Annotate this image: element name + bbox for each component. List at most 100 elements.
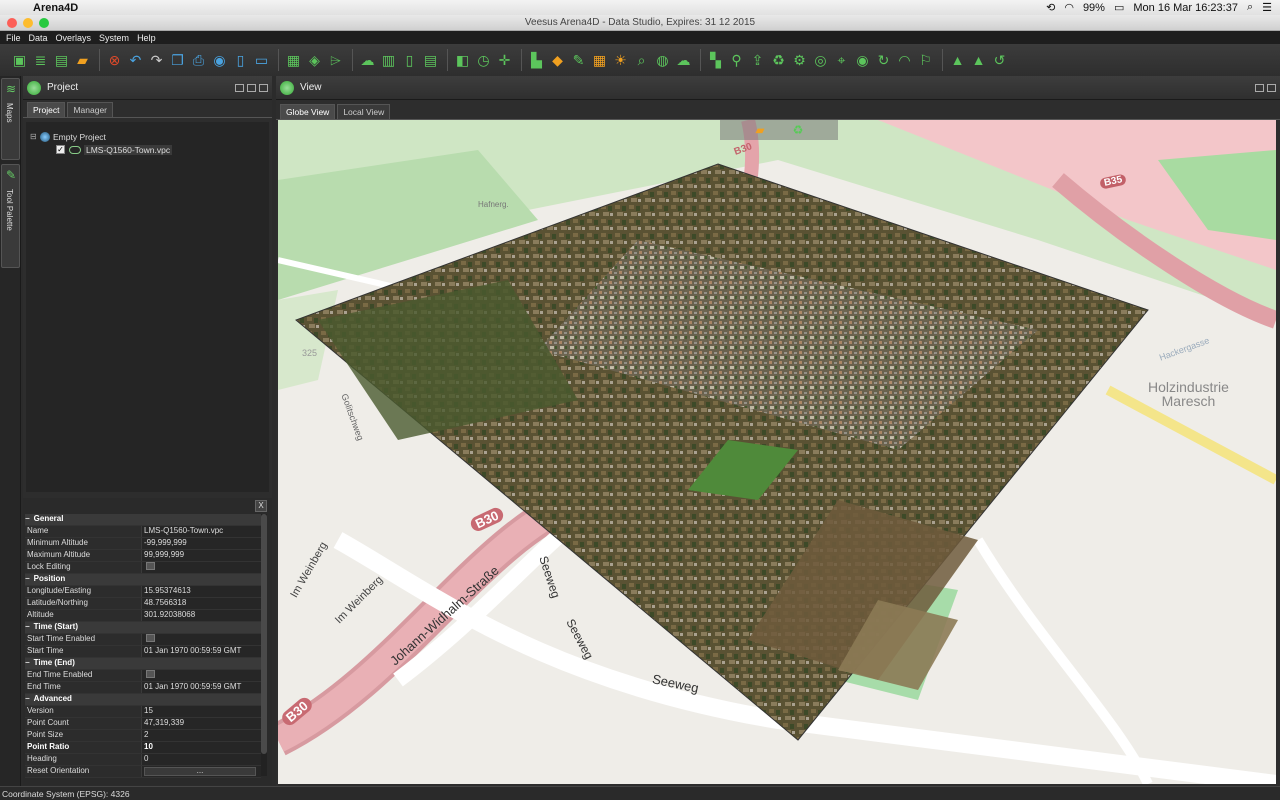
refresh-icon[interactable]: ↺: [990, 49, 1009, 71]
zoom-window-button[interactable]: [39, 18, 49, 28]
import-icon[interactable]: ▦: [284, 49, 303, 71]
tree-item-pointcloud[interactable]: ✓ LMS-Q1560-Town.vpc: [26, 143, 269, 156]
database-icon[interactable]: ≣: [31, 49, 50, 71]
property-row[interactable]: Lock Editing: [25, 562, 261, 574]
property-row[interactable]: Altitude 301.92038068: [25, 610, 261, 622]
menu-system[interactable]: System: [99, 33, 129, 43]
open-folder-icon[interactable]: ▰: [73, 49, 92, 71]
property-value[interactable]: [142, 634, 261, 645]
property-value[interactable]: -99,999,999: [142, 538, 261, 549]
tag-icon[interactable]: ⌲: [326, 49, 345, 71]
paint-bucket-icon[interactable]: ◆: [548, 49, 567, 71]
brush-icon[interactable]: ✎: [569, 49, 588, 71]
export-image-icon[interactable]: ▭: [252, 49, 271, 71]
tab-globe-view[interactable]: Globe View: [280, 104, 336, 119]
property-row[interactable]: Point Ratio 10: [25, 742, 261, 754]
property-value[interactable]: 48.7566318: [142, 598, 261, 609]
property-value[interactable]: 15.95374613: [142, 586, 261, 597]
home-view-icon[interactable]: ▰: [752, 122, 768, 138]
property-section-header[interactable]: − Time (Start): [25, 622, 261, 634]
property-row[interactable]: Reset Orientation...: [25, 766, 261, 778]
property-row[interactable]: Maximum Altitude 99,999,999: [25, 550, 261, 562]
minimize-panel-button[interactable]: [235, 83, 244, 92]
upload-icon[interactable]: ⇪: [748, 49, 767, 71]
property-value[interactable]: 0: [142, 754, 261, 765]
eye-icon[interactable]: ◉: [853, 49, 872, 71]
clock[interactable]: Mon 16 Mar 16:23:37: [1133, 2, 1238, 14]
property-section-header[interactable]: − General: [25, 514, 261, 526]
copy-icon[interactable]: ❐: [168, 49, 187, 71]
crosshair-icon[interactable]: ✛: [495, 49, 514, 71]
save-db-icon[interactable]: ▤: [52, 49, 71, 71]
clock-icon[interactable]: ◷: [474, 49, 493, 71]
property-value[interactable]: 10: [142, 742, 261, 753]
location-icon[interactable]: ⌖: [832, 49, 851, 71]
property-value[interactable]: [142, 670, 261, 681]
properties-scrollbar[interactable]: [261, 514, 267, 776]
property-checkbox[interactable]: [146, 670, 155, 678]
globe-3d-view[interactable]: B30 B35 B30 B30 Holzindustrie Maresch Ha…: [278, 120, 1276, 784]
close-window-button[interactable]: [7, 18, 17, 28]
float-view-button[interactable]: [1255, 83, 1264, 92]
property-value[interactable]: 2: [142, 730, 261, 741]
undo-icon[interactable]: ↶: [126, 49, 145, 71]
rotate-icon[interactable]: ↻: [874, 49, 893, 71]
magnify-icon[interactable]: ⌕: [632, 49, 651, 71]
property-value[interactable]: ...: [142, 766, 261, 777]
property-section-header[interactable]: − Time (End): [25, 658, 261, 670]
walk-icon[interactable]: ⚐: [916, 49, 935, 71]
property-section-header[interactable]: − Position: [25, 574, 261, 586]
recycle-icon[interactable]: ♻: [769, 49, 788, 71]
document-icon[interactable]: ▤: [421, 49, 440, 71]
pdf-icon[interactable]: ▯: [400, 49, 419, 71]
compass-icon[interactable]: ◎: [811, 49, 830, 71]
time-machine-icon[interactable]: ⟲: [1046, 1, 1055, 14]
property-value[interactable]: 47,319,339: [142, 718, 261, 729]
sun-icon[interactable]: ☀: [611, 49, 630, 71]
property-row[interactable]: Start Time Enabled: [25, 634, 261, 646]
property-value[interactable]: 01 Jan 1970 00:59:59 GMT: [142, 682, 261, 693]
property-row[interactable]: End Time Enabled: [25, 670, 261, 682]
menu-help[interactable]: Help: [137, 33, 156, 43]
reset-orientation-button[interactable]: ...: [144, 767, 256, 776]
minimize-window-button[interactable]: [23, 18, 33, 28]
tab-local-view[interactable]: Local View: [337, 104, 391, 119]
map-icon[interactable]: ◧: [453, 49, 472, 71]
menu-data[interactable]: Data: [29, 33, 48, 43]
property-row[interactable]: End Time 01 Jan 1970 00:59:59 GMT: [25, 682, 261, 694]
property-row[interactable]: Latitude/Northing 48.7566318: [25, 598, 261, 610]
map-render[interactable]: [278, 120, 1276, 784]
float-panel-button[interactable]: [247, 83, 256, 92]
mac-app-name[interactable]: Arena4D: [33, 2, 78, 14]
visibility-checkbox[interactable]: ✓: [56, 145, 65, 154]
battery-icon[interactable]: ▭: [1114, 1, 1124, 14]
headphones-icon[interactable]: ◠: [895, 49, 914, 71]
menu-overlays[interactable]: Overlays: [56, 33, 92, 43]
redo-icon[interactable]: ↷: [147, 49, 166, 71]
maximize-view-button[interactable]: [1267, 83, 1276, 92]
new-project-icon[interactable]: ▣: [10, 49, 29, 71]
gear-globe-icon[interactable]: ⚙: [790, 49, 809, 71]
property-row[interactable]: Point Count 47,319,339: [25, 718, 261, 730]
maximize-panel-button[interactable]: [259, 83, 268, 92]
globe-icon[interactable]: ◍: [653, 49, 672, 71]
property-row[interactable]: Heading 0: [25, 754, 261, 766]
spotlight-icon[interactable]: ⌕: [1247, 1, 1253, 14]
cloud-layer-icon[interactable]: ☁: [674, 49, 693, 71]
tab-manager[interactable]: Manager: [67, 102, 114, 117]
tree-root[interactable]: ⊟ Empty Project: [26, 130, 269, 143]
property-value[interactable]: LMS-Q1560-Town.vpc: [142, 526, 261, 537]
property-row[interactable]: Longitude/Easting 15.95374613: [25, 586, 261, 598]
cloud-icon[interactable]: ☁: [358, 49, 377, 71]
property-row[interactable]: Name LMS-Q1560-Town.vpc: [25, 526, 261, 538]
property-value[interactable]: 301.92038068: [142, 610, 261, 621]
property-value[interactable]: [142, 562, 261, 573]
collapse-icon[interactable]: ⊟: [30, 132, 40, 141]
wifi-icon[interactable]: ◠: [1064, 1, 1074, 14]
property-row[interactable]: Minimum Altitude -99,999,999: [25, 538, 261, 550]
property-checkbox[interactable]: [146, 634, 155, 642]
property-section-header[interactable]: − Advanced: [25, 694, 261, 706]
tool-palette-dock-tab[interactable]: ✎ Tool Palette: [1, 164, 20, 268]
notification-center-icon[interactable]: ☰: [1262, 1, 1272, 14]
up-arrow-icon[interactable]: ▲: [948, 49, 967, 71]
